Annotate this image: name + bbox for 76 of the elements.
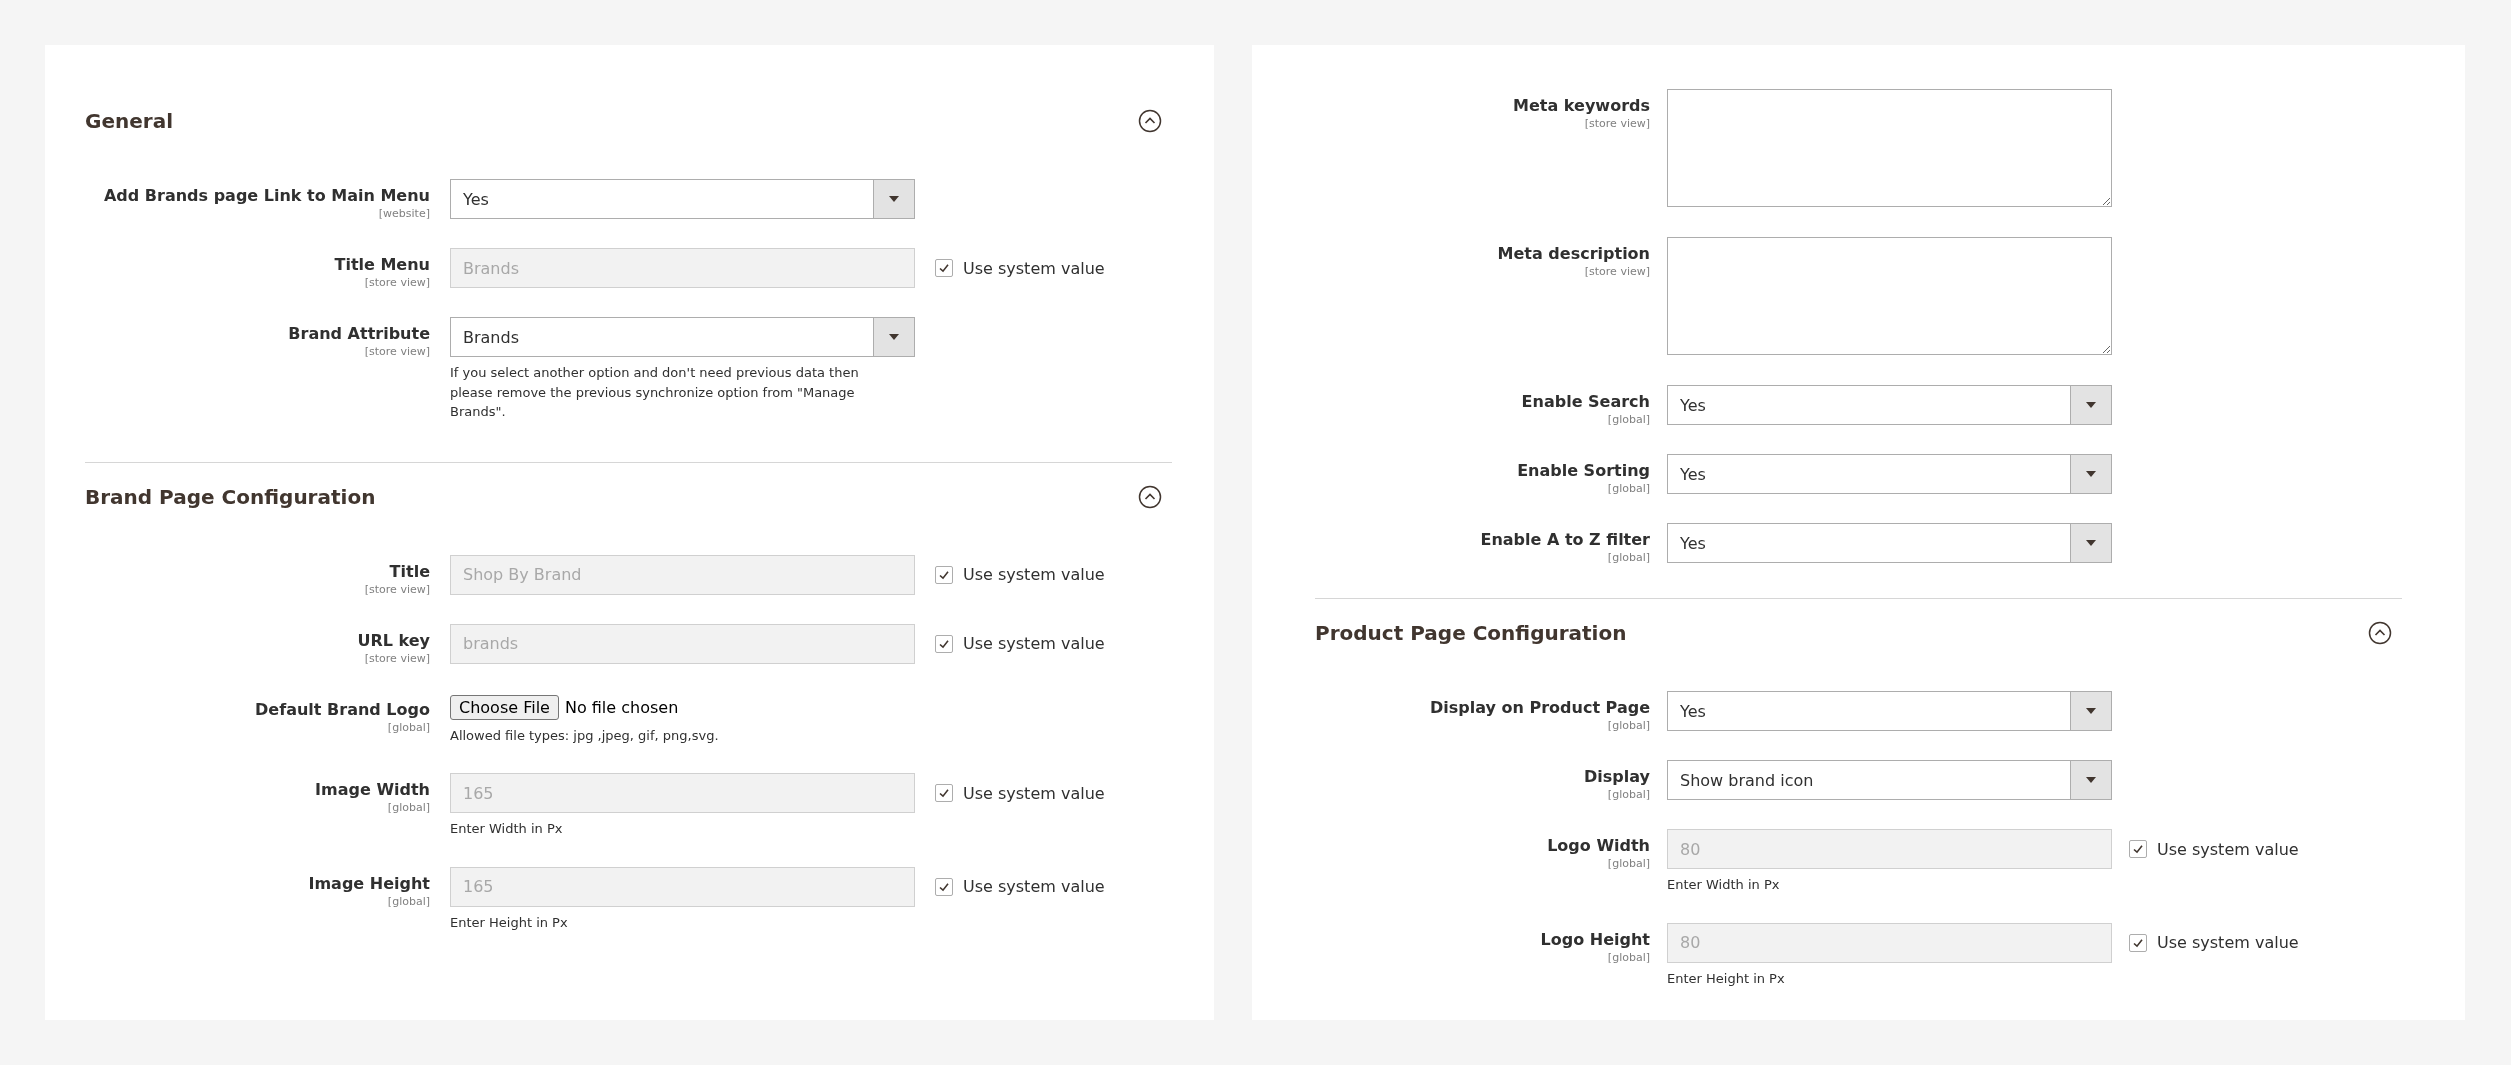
field-label: Enable Sorting bbox=[1517, 461, 1650, 480]
help-text: Enter Height in Px bbox=[450, 913, 569, 932]
field-label: Display on Product Page bbox=[1429, 698, 1650, 717]
field-label: Display bbox=[1584, 767, 1650, 786]
checkmark-icon bbox=[938, 880, 950, 893]
field-label: Enable A to Z filter bbox=[1480, 530, 1650, 549]
section-title: Product Page Configuration bbox=[1315, 621, 1627, 645]
field-label: Logo Width bbox=[1547, 836, 1650, 855]
caret-icon bbox=[2086, 471, 2096, 477]
scope-label: [global] bbox=[1607, 482, 1650, 495]
help-text: Enter Width in Px bbox=[450, 820, 564, 838]
checkmark-icon bbox=[2132, 936, 2144, 949]
dropdown[interactable]: Show brand icon bbox=[1667, 760, 2112, 800]
dropdown[interactable]: Yes bbox=[1667, 385, 2112, 425]
scope-label: [global] bbox=[1607, 413, 1650, 426]
field-label: Image Width bbox=[315, 780, 430, 799]
scope-label: [global] bbox=[387, 894, 430, 908]
scope-label: [store view] bbox=[364, 651, 430, 665]
scope-label: [store view] bbox=[364, 276, 430, 289]
scope-label: [store view] bbox=[364, 582, 430, 596]
scope-label: [website] bbox=[378, 207, 430, 220]
help-text: Enter Width in Px bbox=[1667, 876, 1781, 894]
dropdown[interactable]: Yes bbox=[1667, 691, 2112, 731]
dropdown[interactable]: Brands bbox=[450, 317, 915, 357]
scope-label: [global] bbox=[1607, 551, 1650, 564]
caret-icon bbox=[2086, 540, 2096, 546]
field-label: URL key bbox=[357, 630, 430, 650]
field-label: Brand Attribute bbox=[288, 324, 430, 343]
section-title: Brand Page Configuration bbox=[85, 484, 376, 509]
field-label: Meta description bbox=[1497, 244, 1650, 263]
checkbox-label: Use system value bbox=[963, 258, 1105, 278]
checkmark-icon bbox=[938, 568, 950, 581]
scope-label: [store view] bbox=[1584, 117, 1650, 130]
checkbox-label: Use system value bbox=[963, 877, 1105, 896]
scope-label: [store view] bbox=[364, 345, 430, 358]
dropdown[interactable]: Yes bbox=[450, 179, 915, 219]
scope-label: [global] bbox=[1607, 719, 1650, 732]
checkmark-icon bbox=[938, 262, 950, 274]
field-label: Meta keywords bbox=[1513, 96, 1650, 115]
field-label: Add Brands page Link to Main Menu bbox=[104, 186, 430, 205]
checkbox-label: Use system value bbox=[2157, 839, 2299, 859]
scope-label: [global] bbox=[1607, 788, 1650, 801]
file-status: No file chosen bbox=[564, 697, 679, 717]
field-label: Image Height bbox=[308, 873, 430, 893]
caret-icon bbox=[889, 334, 899, 340]
dropdown[interactable]: Yes bbox=[1667, 523, 2112, 563]
caret-icon bbox=[2086, 777, 2096, 783]
caret-icon bbox=[889, 196, 899, 202]
field-label: Enable Search bbox=[1521, 392, 1650, 411]
scope-label: [global] bbox=[387, 801, 430, 814]
help-text: Enter Height in Px bbox=[1667, 969, 1786, 988]
help-text: Allowed file types: jpg ,jpeg, gif, png,svg. bbox=[450, 726, 720, 745]
scope-label: [global] bbox=[1607, 950, 1650, 964]
field-label: Logo Height bbox=[1540, 929, 1650, 949]
scope-label: [store view] bbox=[1584, 265, 1650, 278]
checkbox-label: Use system value bbox=[2157, 933, 2299, 952]
choose-file-button[interactable]: Choose File bbox=[450, 694, 559, 720]
collapse-icon[interactable] bbox=[1138, 109, 1162, 133]
scope-label: [global] bbox=[1607, 857, 1650, 870]
caret-icon bbox=[2086, 402, 2096, 408]
field-label: Title bbox=[389, 561, 430, 581]
help-text: If you select another option and don't need previous data then please remove the previous synchronize option from "Manage Brands". bbox=[450, 364, 860, 421]
checkbox-label: Use system value bbox=[963, 783, 1105, 803]
checkmark-icon bbox=[2132, 843, 2144, 855]
dropdown[interactable]: Yes bbox=[1667, 454, 2112, 494]
section-title: General bbox=[85, 109, 173, 133]
field-label: Title Menu bbox=[334, 255, 430, 274]
scope-label: [global] bbox=[387, 720, 430, 734]
collapse-icon[interactable] bbox=[1138, 484, 1162, 509]
checkbox-label: Use system value bbox=[963, 565, 1105, 584]
checkbox-label: Use system value bbox=[963, 634, 1105, 653]
checkmark-icon bbox=[938, 637, 950, 650]
collapse-icon[interactable] bbox=[2368, 621, 2392, 645]
field-label: Default Brand Logo bbox=[255, 699, 430, 719]
checkmark-icon bbox=[938, 787, 950, 799]
caret-icon bbox=[2086, 708, 2096, 714]
